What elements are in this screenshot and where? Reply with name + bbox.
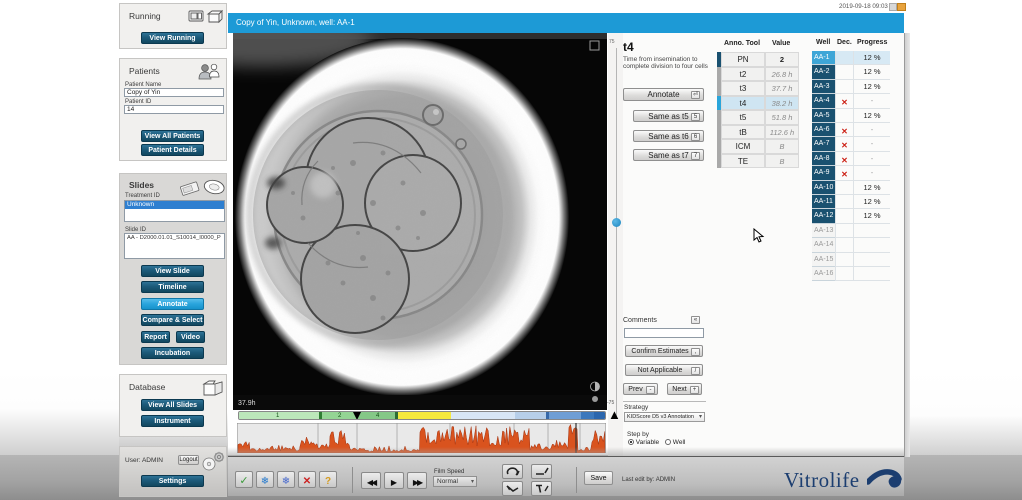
svg-text:37.9h: 37.9h [238, 400, 256, 407]
